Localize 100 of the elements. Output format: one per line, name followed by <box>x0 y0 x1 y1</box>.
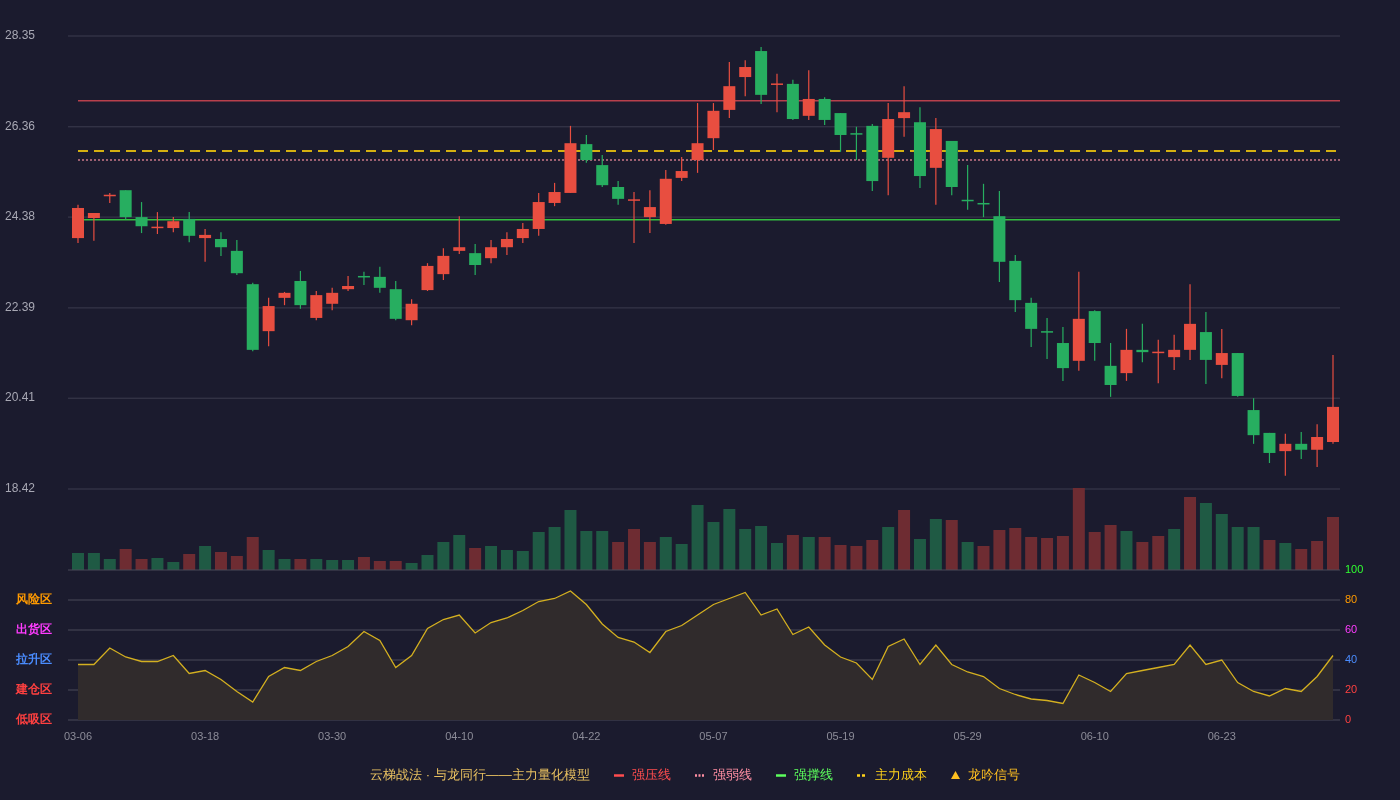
date-label: 06-10 <box>1080 729 1109 742</box>
candlestick <box>199 228 212 263</box>
candlestick <box>866 123 879 192</box>
candlestick <box>230 239 243 276</box>
candlestick <box>437 247 450 281</box>
date-label: 04-10 <box>445 729 474 742</box>
legend-label: 主力成本 <box>874 766 927 785</box>
candlestick <box>802 69 815 121</box>
candlestick <box>135 201 148 234</box>
candlestick <box>659 169 672 226</box>
candlestick <box>739 59 752 97</box>
zone-label: 风险区 <box>16 592 52 607</box>
axis-label: 0 <box>1345 712 1352 725</box>
candlestick <box>977 183 990 218</box>
legend-label: 龙吟信号 <box>967 766 1020 785</box>
candlestick <box>1025 297 1038 348</box>
zone-label: 低吸区 <box>16 712 52 727</box>
candlestick <box>516 222 529 244</box>
axis-label: 28.35 <box>5 28 36 43</box>
candlestick <box>1215 328 1228 379</box>
candlestick <box>1263 432 1276 464</box>
axis-label: 24.38 <box>5 209 36 224</box>
zone-label: 出货区 <box>16 622 52 637</box>
candlestick <box>167 216 180 233</box>
candlestick <box>1311 423 1324 468</box>
candlestick <box>834 112 847 153</box>
candlestick <box>326 287 339 311</box>
date-label: 05-07 <box>699 729 728 742</box>
candlestick <box>1152 339 1165 384</box>
axis-label: 80 <box>1345 592 1358 605</box>
candlestick <box>262 297 275 347</box>
candlestick <box>628 191 640 244</box>
date-label: 06-23 <box>1207 729 1236 742</box>
legend-label: 强压线 <box>631 766 671 785</box>
candlestick <box>1247 397 1260 445</box>
candlestick <box>246 282 259 352</box>
candlestick <box>707 102 720 151</box>
candlestick <box>1088 309 1101 362</box>
candlestick <box>1168 334 1181 371</box>
candlestick <box>1231 352 1244 398</box>
legend-title: 云梯战法 · 与龙同行——主力量化模型 <box>370 766 590 785</box>
candlestick <box>183 211 196 243</box>
candlestick <box>818 96 831 126</box>
candlestick <box>1041 317 1054 360</box>
legend-label: 强撑线 <box>793 766 833 785</box>
axis-label: 20.41 <box>5 390 36 405</box>
candlestick <box>850 126 863 161</box>
axis-label: 60 <box>1345 622 1358 635</box>
candlestick <box>1056 326 1069 382</box>
candlestick <box>580 134 593 164</box>
candlestick <box>1009 254 1022 313</box>
candlestick <box>310 290 323 321</box>
date-label: 04-22 <box>572 729 601 742</box>
candlestick <box>151 211 164 235</box>
candlestick <box>945 140 958 196</box>
date-label: 03-18 <box>191 729 220 742</box>
candlestick <box>469 243 482 276</box>
candlestick <box>771 73 783 113</box>
date-label: 03-30 <box>318 729 347 742</box>
date-label: 03-06 <box>63 729 93 742</box>
candlestick <box>453 215 466 255</box>
candlestick <box>278 291 291 306</box>
candlestick <box>215 231 227 257</box>
candlestick <box>485 239 498 264</box>
axis-label: 22.39 <box>5 300 36 315</box>
candlestick <box>373 266 386 294</box>
date-label: 05-19 <box>826 729 855 742</box>
candlestick <box>421 262 434 292</box>
candlestick <box>755 46 768 105</box>
candlestick <box>548 182 561 207</box>
candlestick <box>691 102 704 174</box>
candlestick <box>596 154 609 188</box>
candlestick <box>294 270 307 310</box>
zone-label: 拉升区 <box>16 652 52 667</box>
axis-label: 20 <box>1345 682 1358 695</box>
candlestick <box>357 271 370 286</box>
candlestick <box>643 189 656 234</box>
candlestick <box>87 212 100 242</box>
candlestick <box>532 192 545 237</box>
axis-label: 100 <box>1345 562 1364 575</box>
candlestick <box>564 125 577 194</box>
candlestick <box>72 204 84 244</box>
candlestick <box>898 85 911 138</box>
candlestick <box>500 231 513 256</box>
candlestick <box>612 180 625 206</box>
legend-label: 强弱线 <box>712 766 752 785</box>
axis-label: 18.42 <box>5 481 36 496</box>
candlestick <box>1104 342 1117 398</box>
candlestick <box>786 79 799 121</box>
candlestick <box>961 164 974 211</box>
candlestick <box>119 189 132 221</box>
axis-label: 40 <box>1345 652 1358 665</box>
candlestick <box>723 61 736 119</box>
date-label: 05-29 <box>953 729 982 742</box>
candlestick <box>342 275 355 292</box>
candlestick <box>1120 328 1133 382</box>
candlestick <box>389 280 402 321</box>
candlestick <box>1279 433 1292 477</box>
zone-label: 建仓区 <box>16 682 52 697</box>
axis-label: 26.36 <box>5 118 36 133</box>
